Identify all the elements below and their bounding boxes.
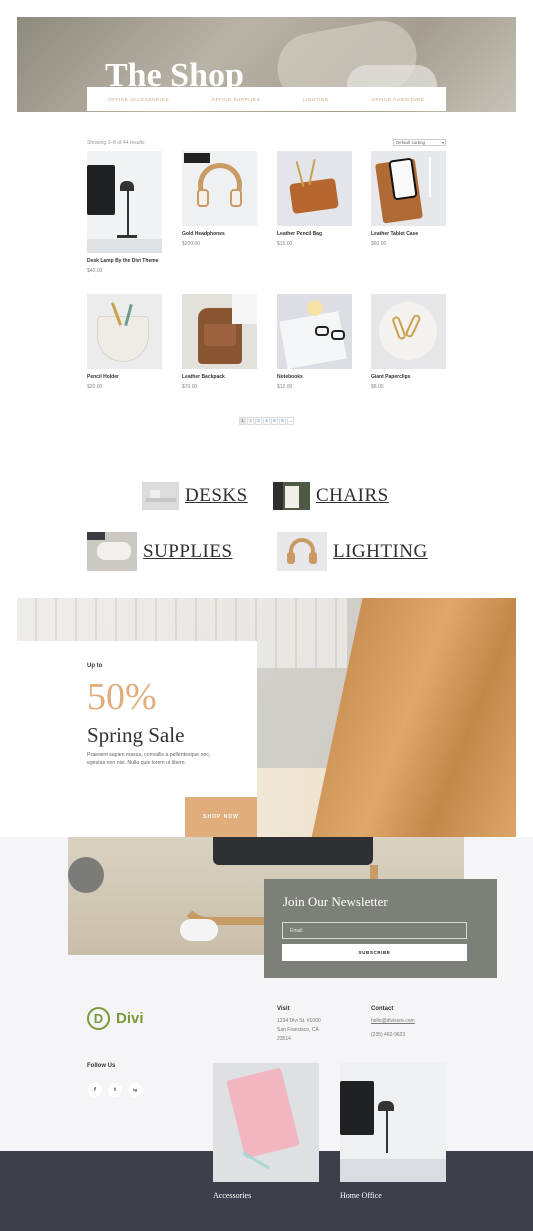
category-link-lighting[interactable]: LIGHTING: [277, 532, 428, 571]
product-image[interactable]: [277, 294, 352, 369]
product-price: $8.00: [371, 384, 384, 390]
product-image[interactable]: [371, 151, 446, 226]
address-line: San Francisco, CA: [277, 1027, 319, 1033]
follow-heading: Follow Us: [87, 1063, 116, 1069]
product-image[interactable]: [371, 294, 446, 369]
product-image[interactable]: [87, 294, 162, 369]
instagram-icon[interactable]: ig: [128, 1083, 142, 1097]
category-label[interactable]: SUPPLIES: [143, 541, 233, 563]
page-link[interactable]: 3: [255, 417, 262, 425]
accessories-card-image[interactable]: [213, 1063, 319, 1182]
promo-percent: 50%: [87, 676, 157, 718]
logo-text: Divi: [116, 1010, 144, 1027]
pagination: 1 2 3 4 5 6 →: [239, 417, 294, 425]
divi-logo[interactable]: D Divi: [87, 1007, 144, 1030]
page-link[interactable]: 4: [263, 417, 270, 425]
product-image[interactable]: [182, 294, 257, 369]
chairs-thumbnail: [273, 482, 310, 510]
nav-item-office-furniture[interactable]: Office Furniture: [371, 97, 424, 102]
product-card[interactable]: Leather Tablet Case $60.00: [371, 151, 446, 247]
category-nav: Office Accessories Office Supplies Light…: [87, 87, 446, 111]
promo-title: Spring Sale: [87, 723, 185, 747]
page-link[interactable]: 1: [239, 417, 246, 425]
product-name[interactable]: Pencil Holder: [87, 374, 162, 380]
product-card[interactable]: Leather Backpack $70.00: [182, 294, 257, 390]
product-name[interactable]: Leather Tablet Case: [371, 231, 446, 237]
product-card[interactable]: Gold Headphones $200.00: [182, 151, 257, 247]
category-link-supplies[interactable]: SUPPLIES: [87, 532, 233, 571]
product-price: $40.00: [87, 268, 103, 274]
home-office-card-image[interactable]: [340, 1063, 446, 1182]
product-price: $15.00: [277, 241, 293, 247]
product-image[interactable]: [182, 151, 257, 226]
mouse-illustration: [180, 919, 218, 941]
product-card[interactable]: Desk Lamp By the Divi Theme $40.00: [87, 151, 162, 274]
contact-email-link[interactable]: hello@divisore.com: [371, 1018, 415, 1024]
product-price: $12.00: [277, 384, 293, 390]
facebook-icon[interactable]: f: [88, 1083, 102, 1097]
category-label[interactable]: DESKS: [185, 485, 248, 507]
newsletter-box: Join Our Newsletter SUBSCRIBE: [264, 879, 497, 978]
email-field[interactable]: [282, 922, 467, 939]
product-image[interactable]: [277, 151, 352, 226]
sort-select[interactable]: Default sorting: [393, 139, 446, 146]
product-price: $60.00: [371, 241, 387, 247]
accessories-label[interactable]: Accessories: [213, 1191, 251, 1200]
page-link[interactable]: 5: [271, 417, 278, 425]
product-name[interactable]: Giant Paperclips: [371, 374, 446, 380]
result-count: Showing 1–8 of 44 results: [87, 140, 145, 146]
nav-item-office-supplies[interactable]: Office Supplies: [212, 97, 261, 102]
address-line: 1234 Divi St. #1000: [277, 1018, 321, 1024]
nav-item-office-accessories[interactable]: Office Accessories: [108, 97, 169, 102]
lighting-thumbnail: [277, 532, 327, 571]
category-link-chairs[interactable]: CHAIRS: [273, 482, 389, 510]
page-link[interactable]: 2: [247, 417, 254, 425]
category-link-desks[interactable]: DESKS: [142, 482, 248, 510]
product-name[interactable]: Leather Pencil Bag: [277, 231, 352, 237]
product-price: $70.00: [182, 384, 198, 390]
product-card[interactable]: Pencil Holder $20.00: [87, 294, 162, 390]
newsletter-title: Join Our Newsletter: [283, 894, 388, 909]
product-name[interactable]: Leather Backpack: [182, 374, 257, 380]
product-card[interactable]: Leather Pencil Bag $15.00: [277, 151, 352, 247]
page-link[interactable]: 6: [279, 417, 286, 425]
product-card[interactable]: Giant Paperclips $8.00: [371, 294, 446, 390]
product-name[interactable]: Desk Lamp By the Divi Theme: [87, 258, 162, 264]
supplies-thumbnail: [87, 532, 137, 571]
coaster-illustration: [68, 857, 104, 893]
product-card[interactable]: Notebooks $12.00: [277, 294, 352, 390]
product-name[interactable]: Notebooks: [277, 374, 352, 380]
product-image[interactable]: [87, 151, 162, 253]
contact-heading: Contact: [371, 1006, 394, 1012]
visit-heading: Visit: [277, 1006, 290, 1012]
logo-mark: D: [87, 1007, 110, 1030]
product-price: $20.00: [87, 384, 103, 390]
promo-description: Praesent sapien massa, convallis a pelle…: [87, 752, 211, 766]
desks-thumbnail: [142, 482, 179, 510]
next-page-link[interactable]: →: [287, 417, 294, 425]
nav-item-lighting[interactable]: Lighting: [303, 97, 329, 102]
address-line: 23514: [277, 1036, 291, 1042]
product-price: $200.00: [182, 241, 201, 247]
twitter-icon[interactable]: t: [108, 1083, 122, 1097]
contact-phone: (235) 462-9623: [371, 1032, 406, 1038]
home-office-label[interactable]: Home Office: [340, 1191, 382, 1200]
category-label[interactable]: CHAIRS: [316, 485, 389, 507]
shop-now-button[interactable]: SHOP NOW: [185, 797, 257, 837]
subscribe-button[interactable]: SUBSCRIBE: [282, 944, 467, 961]
category-label[interactable]: LIGHTING: [333, 541, 428, 563]
product-name[interactable]: Gold Headphones: [182, 231, 257, 237]
promo-eyebrow: Up to: [87, 663, 103, 669]
laptop-illustration: [213, 837, 373, 865]
